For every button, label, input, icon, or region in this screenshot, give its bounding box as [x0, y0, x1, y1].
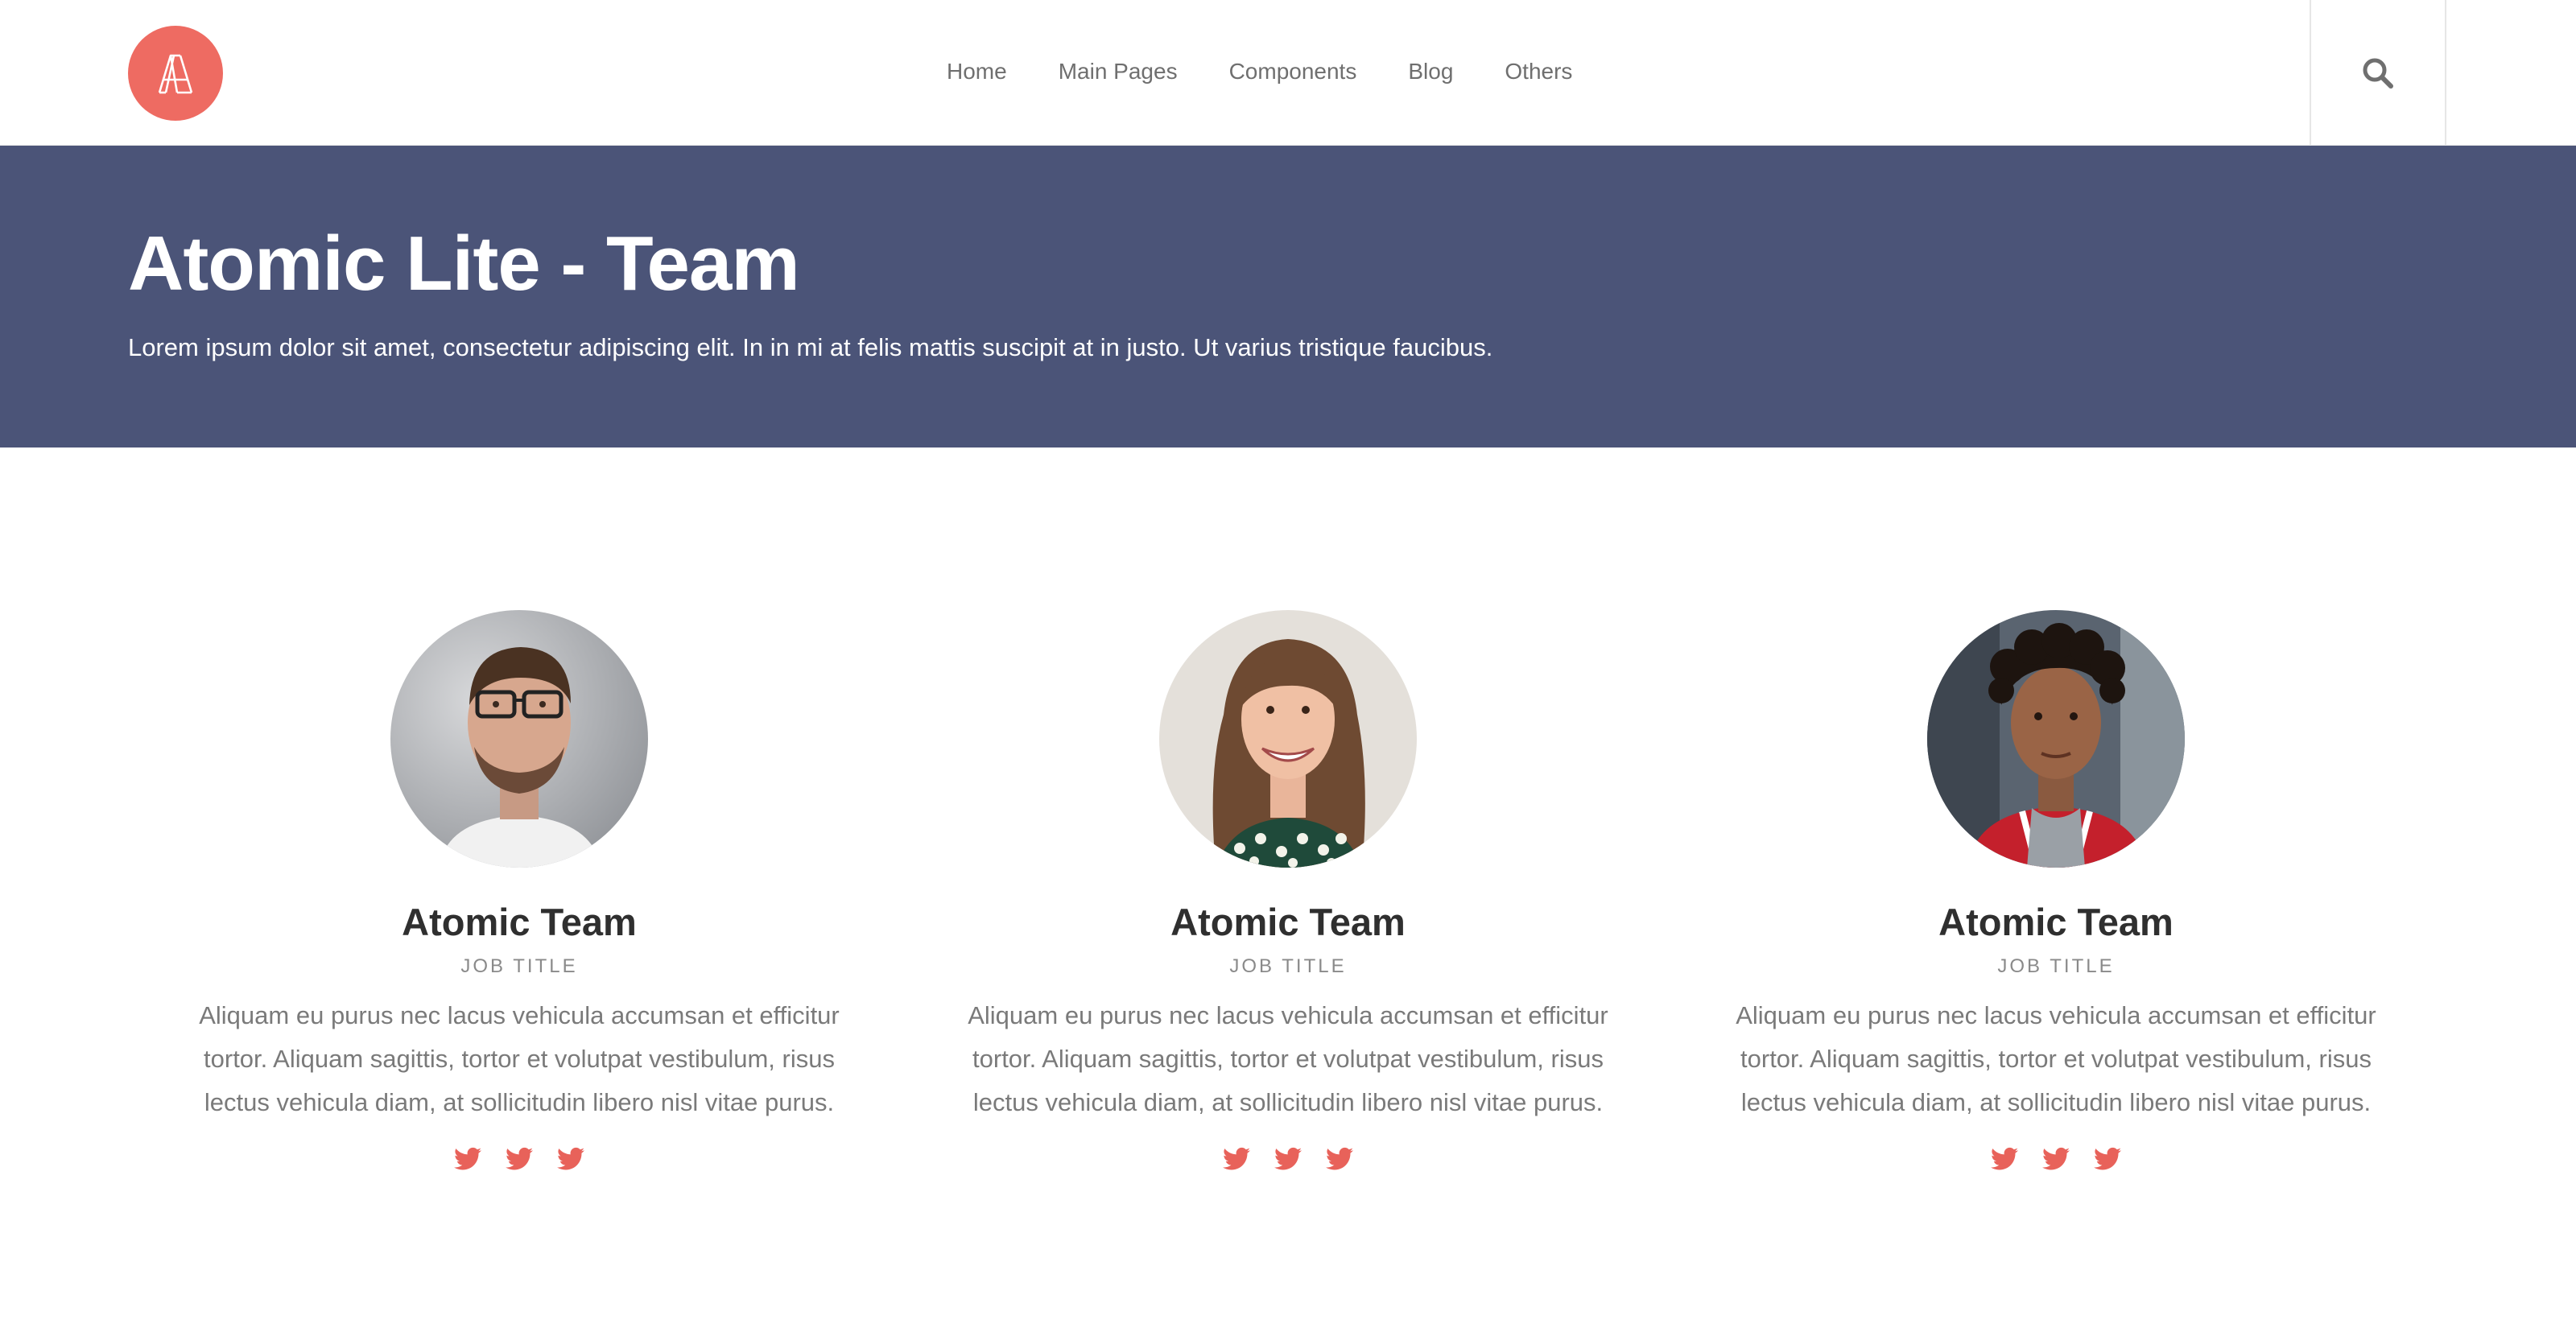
twitter-icon[interactable]: [1223, 1147, 1250, 1171]
nav-item-others[interactable]: Others: [1505, 59, 1572, 85]
logo[interactable]: [128, 26, 223, 121]
member-bio: Aliquam eu purus nec lacus vehicula accu…: [1736, 1001, 2376, 1116]
social-links: [926, 1147, 1650, 1171]
search-icon: [2363, 58, 2393, 89]
member-job-title: JOB TITLE: [1229, 955, 1347, 977]
twitter-icon[interactable]: [1991, 1147, 2018, 1171]
hero-banner: Atomic Lite - Team Lorem ipsum dolor sit…: [0, 146, 2576, 447]
member-name: Atomic Team: [1170, 901, 1406, 943]
man-with-glasses-photo: [390, 610, 648, 868]
twitter-icon[interactable]: [1274, 1147, 1302, 1171]
team-member-card: Atomic Team JOB TITLE Aliquam eu purus n…: [926, 610, 1650, 1171]
member-job-title: JOB TITLE: [460, 955, 578, 977]
social-links: [157, 1147, 881, 1171]
site-header: Home Main Pages Components Blog Others: [0, 0, 2576, 146]
atomic-a-logo-icon: [158, 54, 193, 94]
twitter-icon[interactable]: [557, 1147, 584, 1171]
member-job-title: JOB TITLE: [1997, 955, 2115, 977]
twitter-icon[interactable]: [2042, 1147, 2070, 1171]
twitter-icon[interactable]: [506, 1147, 533, 1171]
nav-item-blog[interactable]: Blog: [1408, 59, 1453, 85]
member-name: Atomic Team: [402, 901, 637, 943]
search-button[interactable]: [2310, 0, 2446, 146]
social-links: [1694, 1147, 2418, 1171]
member-name: Atomic Team: [1938, 901, 2174, 943]
team-member-card: Atomic Team JOB TITLE Aliquam eu purus n…: [157, 610, 881, 1171]
page-subtitle: Lorem ipsum dolor sit amet, consectetur …: [128, 333, 1493, 361]
twitter-icon[interactable]: [2094, 1147, 2121, 1171]
twitter-icon[interactable]: [1326, 1147, 1353, 1171]
twitter-icon[interactable]: [454, 1147, 481, 1171]
nav-item-components[interactable]: Components: [1229, 59, 1357, 85]
member-bio: Aliquam eu purus nec lacus vehicula accu…: [968, 1001, 1608, 1116]
main-nav: Home Main Pages Components Blog Others: [947, 0, 1572, 143]
team-member-card: Atomic Team JOB TITLE Aliquam eu purus n…: [1694, 610, 2418, 1171]
young-man-red-jacket-photo: [1927, 610, 2185, 868]
nav-item-main-pages[interactable]: Main Pages: [1059, 59, 1178, 85]
member-bio: Aliquam eu purus nec lacus vehicula accu…: [199, 1001, 840, 1116]
page-title: Atomic Lite - Team: [128, 221, 800, 307]
smiling-woman-photo: [1159, 610, 1417, 868]
nav-item-home[interactable]: Home: [947, 59, 1007, 85]
